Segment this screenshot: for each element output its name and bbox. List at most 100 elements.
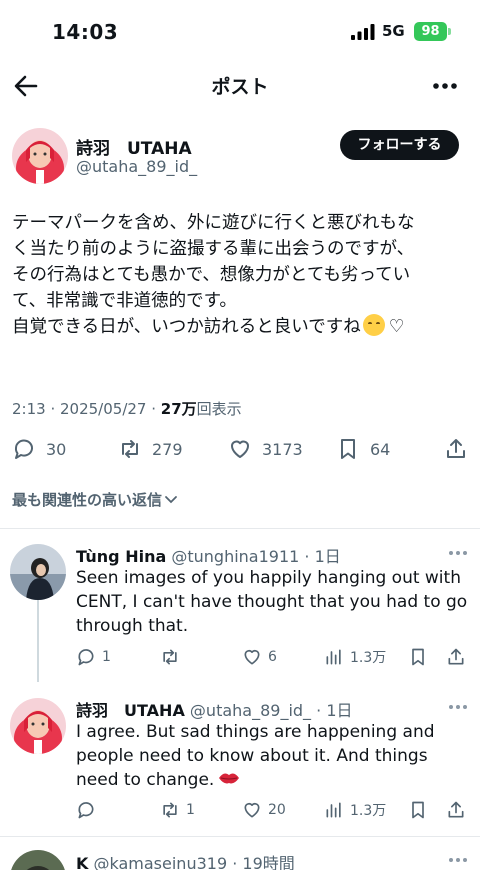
reply-like-button[interactable]: 20 [242, 799, 286, 821]
author-handle[interactable]: @utaha_89_id_ [76, 157, 197, 176]
reply-line: I agree. But sad things are happening an… [76, 722, 435, 742]
reply-button[interactable]: 30 [12, 434, 66, 464]
reply-author-handle[interactable]: @kamaseinu319 [94, 854, 228, 870]
reply-author-name[interactable]: K [76, 854, 88, 870]
reply-avatar[interactable] [10, 544, 66, 600]
battery-level: 98 [421, 24, 440, 39]
views-chart-icon [326, 649, 341, 665]
heart-emoji: ♡ [388, 317, 405, 337]
reply-avatar[interactable] [10, 698, 66, 754]
heart-icon [244, 802, 260, 818]
post-line: その行為はとても愚かで、想像力がとても劣ってい [12, 265, 411, 285]
reply-author-handle[interactable]: @tunghina1911 [171, 547, 299, 566]
reply-more-icon[interactable] [448, 704, 468, 710]
repost-icon [163, 649, 177, 665]
post-line: テーマパークを含め、外に遊びに行くと悪びれもな [12, 213, 415, 233]
reply-time: 19時間 [242, 854, 295, 870]
share-button[interactable] [444, 434, 468, 464]
reply-text: Seen images of you happily hanging out w… [76, 566, 476, 638]
reply-repost-count: 1 [186, 802, 195, 818]
reply-views-button[interactable]: 1.3万 [324, 646, 386, 668]
repost-icon [163, 802, 177, 818]
reply-more-icon[interactable] [448, 550, 468, 556]
post-action-bar: 30 279 3173 64 [0, 434, 480, 464]
bookmark-icon [412, 648, 424, 666]
reply-icon [78, 649, 94, 666]
reply-reply-button[interactable] [76, 799, 102, 821]
bookmark-button[interactable]: 64 [336, 434, 390, 464]
view-label: 回表示 [196, 400, 242, 418]
reply-icon [14, 439, 33, 459]
reply-text: I agree. But sad things are happening an… [76, 720, 476, 792]
reply-views-button[interactable]: 1.3万 [324, 799, 386, 821]
reply-time: 1日 [314, 547, 341, 566]
reply-more-icon[interactable] [448, 857, 468, 863]
bookmark-icon [341, 439, 355, 459]
thread-line [37, 600, 39, 682]
post-text: テーマパークを含め、外に遊びに行くと悪びれもな く当たり前のように盗撮する輩に出… [12, 210, 474, 340]
share-icon [447, 439, 465, 458]
reply-header: 詩羽 UTAHA @utaha_89_id_ · 1日 [76, 701, 353, 720]
sort-label: 最も関連性の高い返信 [12, 491, 163, 509]
status-bar: 14:03 5G 98 [0, 0, 480, 62]
reply-author-name[interactable]: 詩羽 UTAHA [76, 701, 185, 720]
reply-author-name[interactable]: Tùng Hina [76, 547, 166, 566]
reply-reply-count: 1 [102, 649, 111, 665]
share-icon [448, 648, 464, 665]
reply-time: 1日 [326, 701, 353, 720]
reply-share-button[interactable] [446, 646, 472, 668]
reply-line-last: need to change. [76, 768, 476, 792]
reply-line: need to change. [76, 770, 215, 790]
reply-avatar[interactable] [10, 850, 66, 870]
reply-line: people need to know about it. And things [76, 746, 428, 766]
bookmark-icon [412, 801, 424, 819]
battery-cap [448, 28, 451, 35]
repost-count: 279 [152, 439, 183, 459]
reply-repost-button[interactable]: 1 [160, 799, 195, 821]
reply-share-button[interactable] [446, 799, 472, 821]
reply-like-count: 20 [268, 802, 286, 818]
reply-like-button[interactable]: 6 [242, 646, 277, 668]
post-date: 2025/05/27 [60, 400, 147, 418]
heart-icon [231, 440, 249, 458]
post-line: く当たり前のように盗撮する輩に出会うのですが、 [12, 239, 415, 259]
author-avatar[interactable] [12, 128, 68, 184]
nav-header: ポスト [0, 64, 480, 108]
reply-view-count: 1.3万 [350, 803, 387, 819]
view-count[interactable]: 27万 [161, 400, 197, 418]
reply-header: K @kamaseinu319 · 19時間 [76, 850, 295, 870]
reply-author-handle[interactable]: @utaha_89_id_ [190, 701, 311, 720]
reply-view-count: 1.3万 [350, 650, 387, 666]
follow-button[interactable]: フォローする [340, 130, 459, 160]
reply-icon [78, 802, 94, 819]
status-time: 14:03 [52, 20, 119, 44]
post-line-last: 自覚できる日が、いつか訪れると良いですね ♡ [12, 314, 474, 340]
page-title: ポスト [211, 76, 269, 98]
reply-line: CENT, I can't have thought that you had … [76, 592, 468, 612]
post-time: 2:13 [12, 400, 46, 418]
kiss-lips-emoji-icon [219, 773, 240, 784]
post-line: て、非常識で非道徳的です。 [12, 291, 237, 311]
divider [0, 836, 480, 837]
like-button[interactable]: 3173 [228, 434, 303, 464]
bookmark-count: 64 [370, 439, 391, 459]
reply-reply-button[interactable]: 1 [76, 646, 111, 668]
heart-icon [244, 649, 260, 665]
reply-bookmark-button[interactable] [408, 646, 434, 668]
divider [0, 528, 480, 529]
author-name[interactable]: 詩羽 UTAHA [76, 134, 192, 159]
post-line: 自覚できる日が、いつか訪れると良いですね [12, 317, 361, 337]
reply-line: through that. [76, 616, 189, 636]
share-icon [448, 801, 464, 818]
repost-icon [122, 440, 138, 458]
reply-repost-button[interactable] [160, 646, 186, 668]
network-label: 5G [382, 22, 405, 40]
reply-sort-dropdown[interactable]: 最も関連性の高い返信 [12, 489, 178, 510]
reply-count: 30 [46, 439, 67, 459]
battery-icon: 98 [414, 22, 447, 41]
reply-bookmark-button[interactable] [408, 799, 434, 821]
more-options-icon[interactable] [432, 82, 458, 90]
repost-button[interactable]: 279 [118, 434, 183, 464]
like-count: 3173 [262, 439, 303, 459]
pensive-face-emoji-icon [362, 314, 385, 336]
